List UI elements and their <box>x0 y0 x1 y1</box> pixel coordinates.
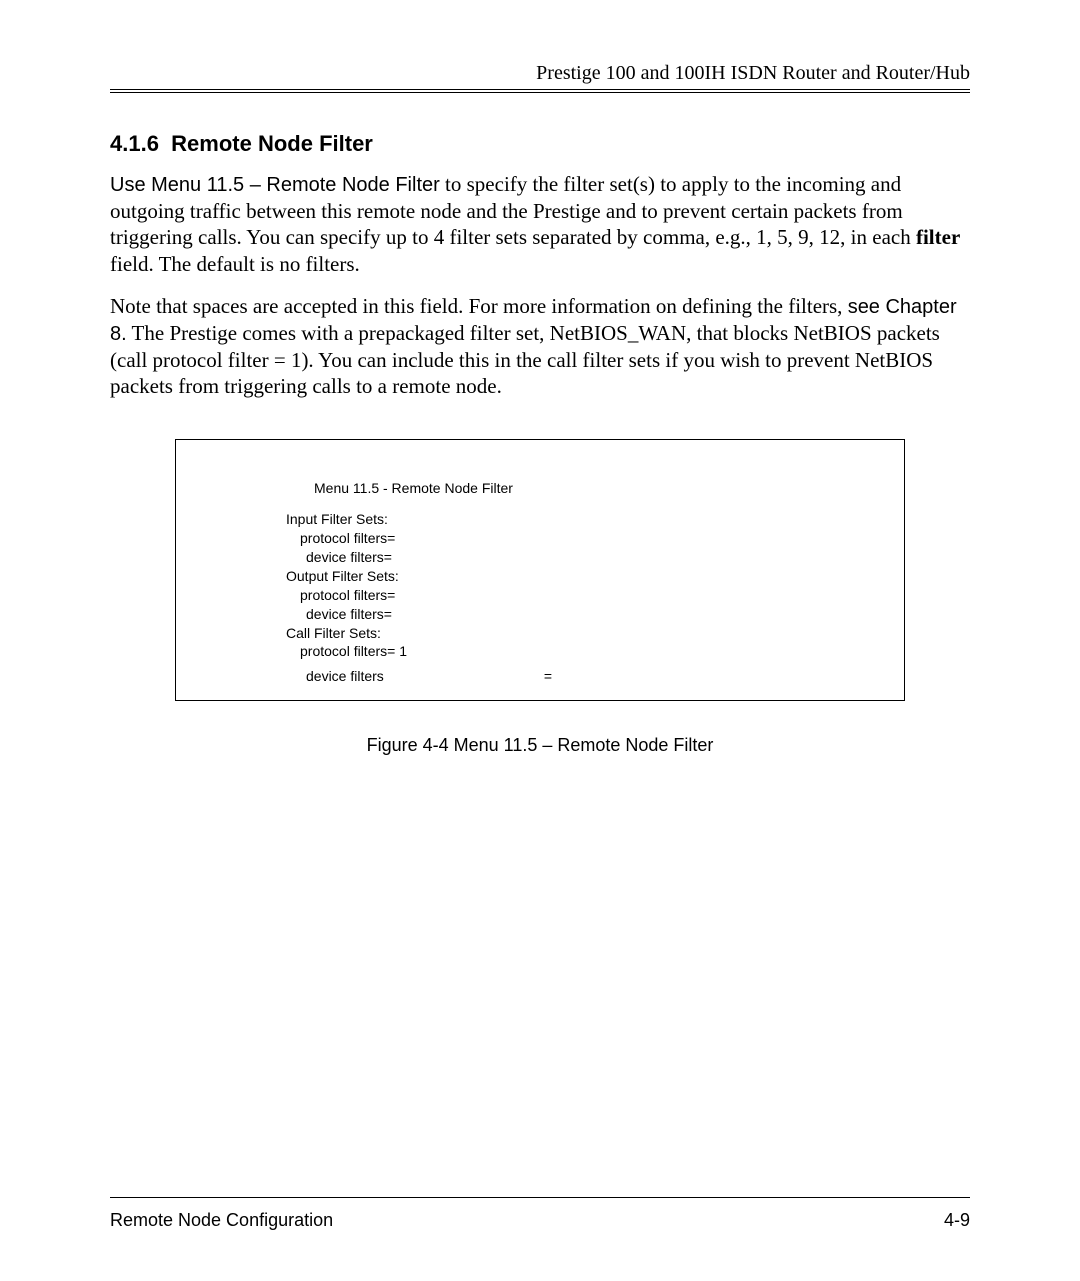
footer-row: Remote Node Configuration 4-9 <box>110 1202 970 1231</box>
footer: Remote Node Configuration 4-9 <box>110 1197 970 1231</box>
section-title: Remote Node Filter <box>171 131 373 156</box>
figure-line: Output Filter Sets: <box>286 567 884 586</box>
header-rule <box>110 89 970 90</box>
figure-box: Menu 11.5 - Remote Node Filter Input Fil… <box>175 439 905 701</box>
figure-line: device filters= <box>286 548 884 567</box>
header-area: Prestige 100 and 100IH ISDN Router and R… <box>110 60 970 93</box>
paragraph-2: Note that spaces are accepted in this fi… <box>110 293 970 400</box>
para2-part2: The Prestige comes with a prepackaged fi… <box>110 321 940 398</box>
figure-line: protocol filters= 1 <box>286 642 884 661</box>
figure-line: Call Filter Sets: <box>286 624 884 643</box>
figure-line: device filters = <box>286 661 884 686</box>
paragraph-1: Use Menu 11.5 – Remote Node Filter to sp… <box>110 171 970 277</box>
para2-part1: Note that spaces are accepted in this fi… <box>110 294 848 318</box>
figure-menu-title: Menu 11.5 - Remote Node Filter <box>286 480 884 496</box>
section-number: 4.1.6 <box>110 131 159 156</box>
para1-lead: Use Menu 11.5 – Remote Node Filter <box>110 174 440 196</box>
running-header: Prestige 100 and 100IH ISDN Router and R… <box>110 60 970 89</box>
figure-line: protocol filters= <box>286 529 884 548</box>
figure-content: Input Filter Sets: protocol filters= dev… <box>286 510 884 686</box>
figure-line: Input Filter Sets: <box>286 510 884 529</box>
figure-line: device filters= <box>286 605 884 624</box>
figure-line: protocol filters= <box>286 586 884 605</box>
para1-tail: field. The default is no filters. <box>110 252 360 276</box>
section-heading: 4.1.6 Remote Node Filter <box>110 131 970 157</box>
para1-bold: filter <box>916 225 960 249</box>
footer-right: 4-9 <box>944 1210 970 1231</box>
figure-last-eq: = <box>544 667 552 686</box>
footer-left: Remote Node Configuration <box>110 1210 333 1231</box>
page: Prestige 100 and 100IH ISDN Router and R… <box>0 0 1080 1281</box>
figure-caption: Figure 4-4 Menu 11.5 – Remote Node Filte… <box>110 735 970 756</box>
footer-rule <box>110 1197 970 1198</box>
figure-last-label: device filters <box>306 668 384 684</box>
